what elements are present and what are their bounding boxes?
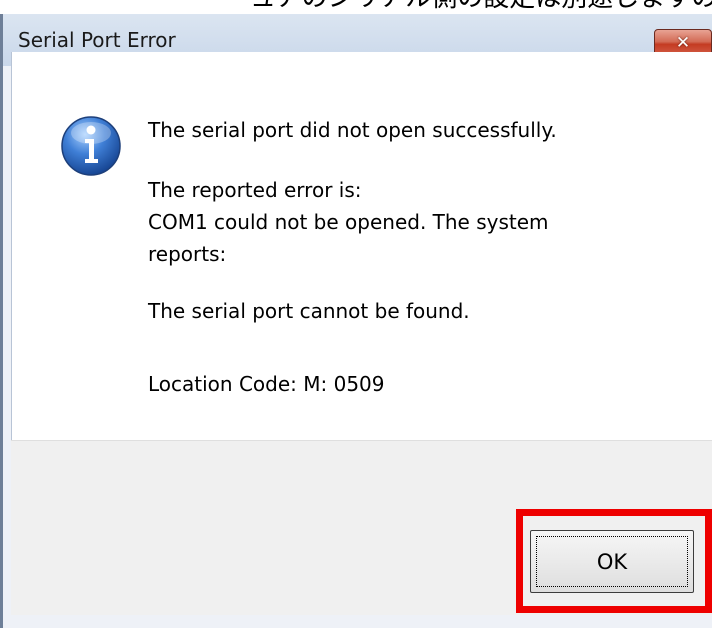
message-line: The serial port did not open successfull… xyxy=(148,118,557,142)
ok-button-label: OK xyxy=(596,549,628,574)
background-document-text: ュアのシリアル側の設定は別途しますので下記はOKを xyxy=(0,0,712,12)
screenshot: ュアのシリアル側の設定は別途しますので下記はOKを Serial Port Er… xyxy=(0,0,712,628)
dialog-content: The serial port did not open successfull… xyxy=(11,52,712,440)
close-icon: ✕ xyxy=(675,32,691,53)
message-line: COM1 could not be opened. The system xyxy=(148,210,549,234)
message-line: The serial port cannot be found. xyxy=(148,299,470,323)
location-code: Location Code: M: 0509 xyxy=(148,372,385,396)
ok-button[interactable]: OK xyxy=(530,530,694,593)
message-line: reports: xyxy=(148,242,227,266)
message-line: The reported error is: xyxy=(148,178,362,202)
info-icon xyxy=(61,116,121,176)
dialog-title: Serial Port Error xyxy=(18,28,176,52)
